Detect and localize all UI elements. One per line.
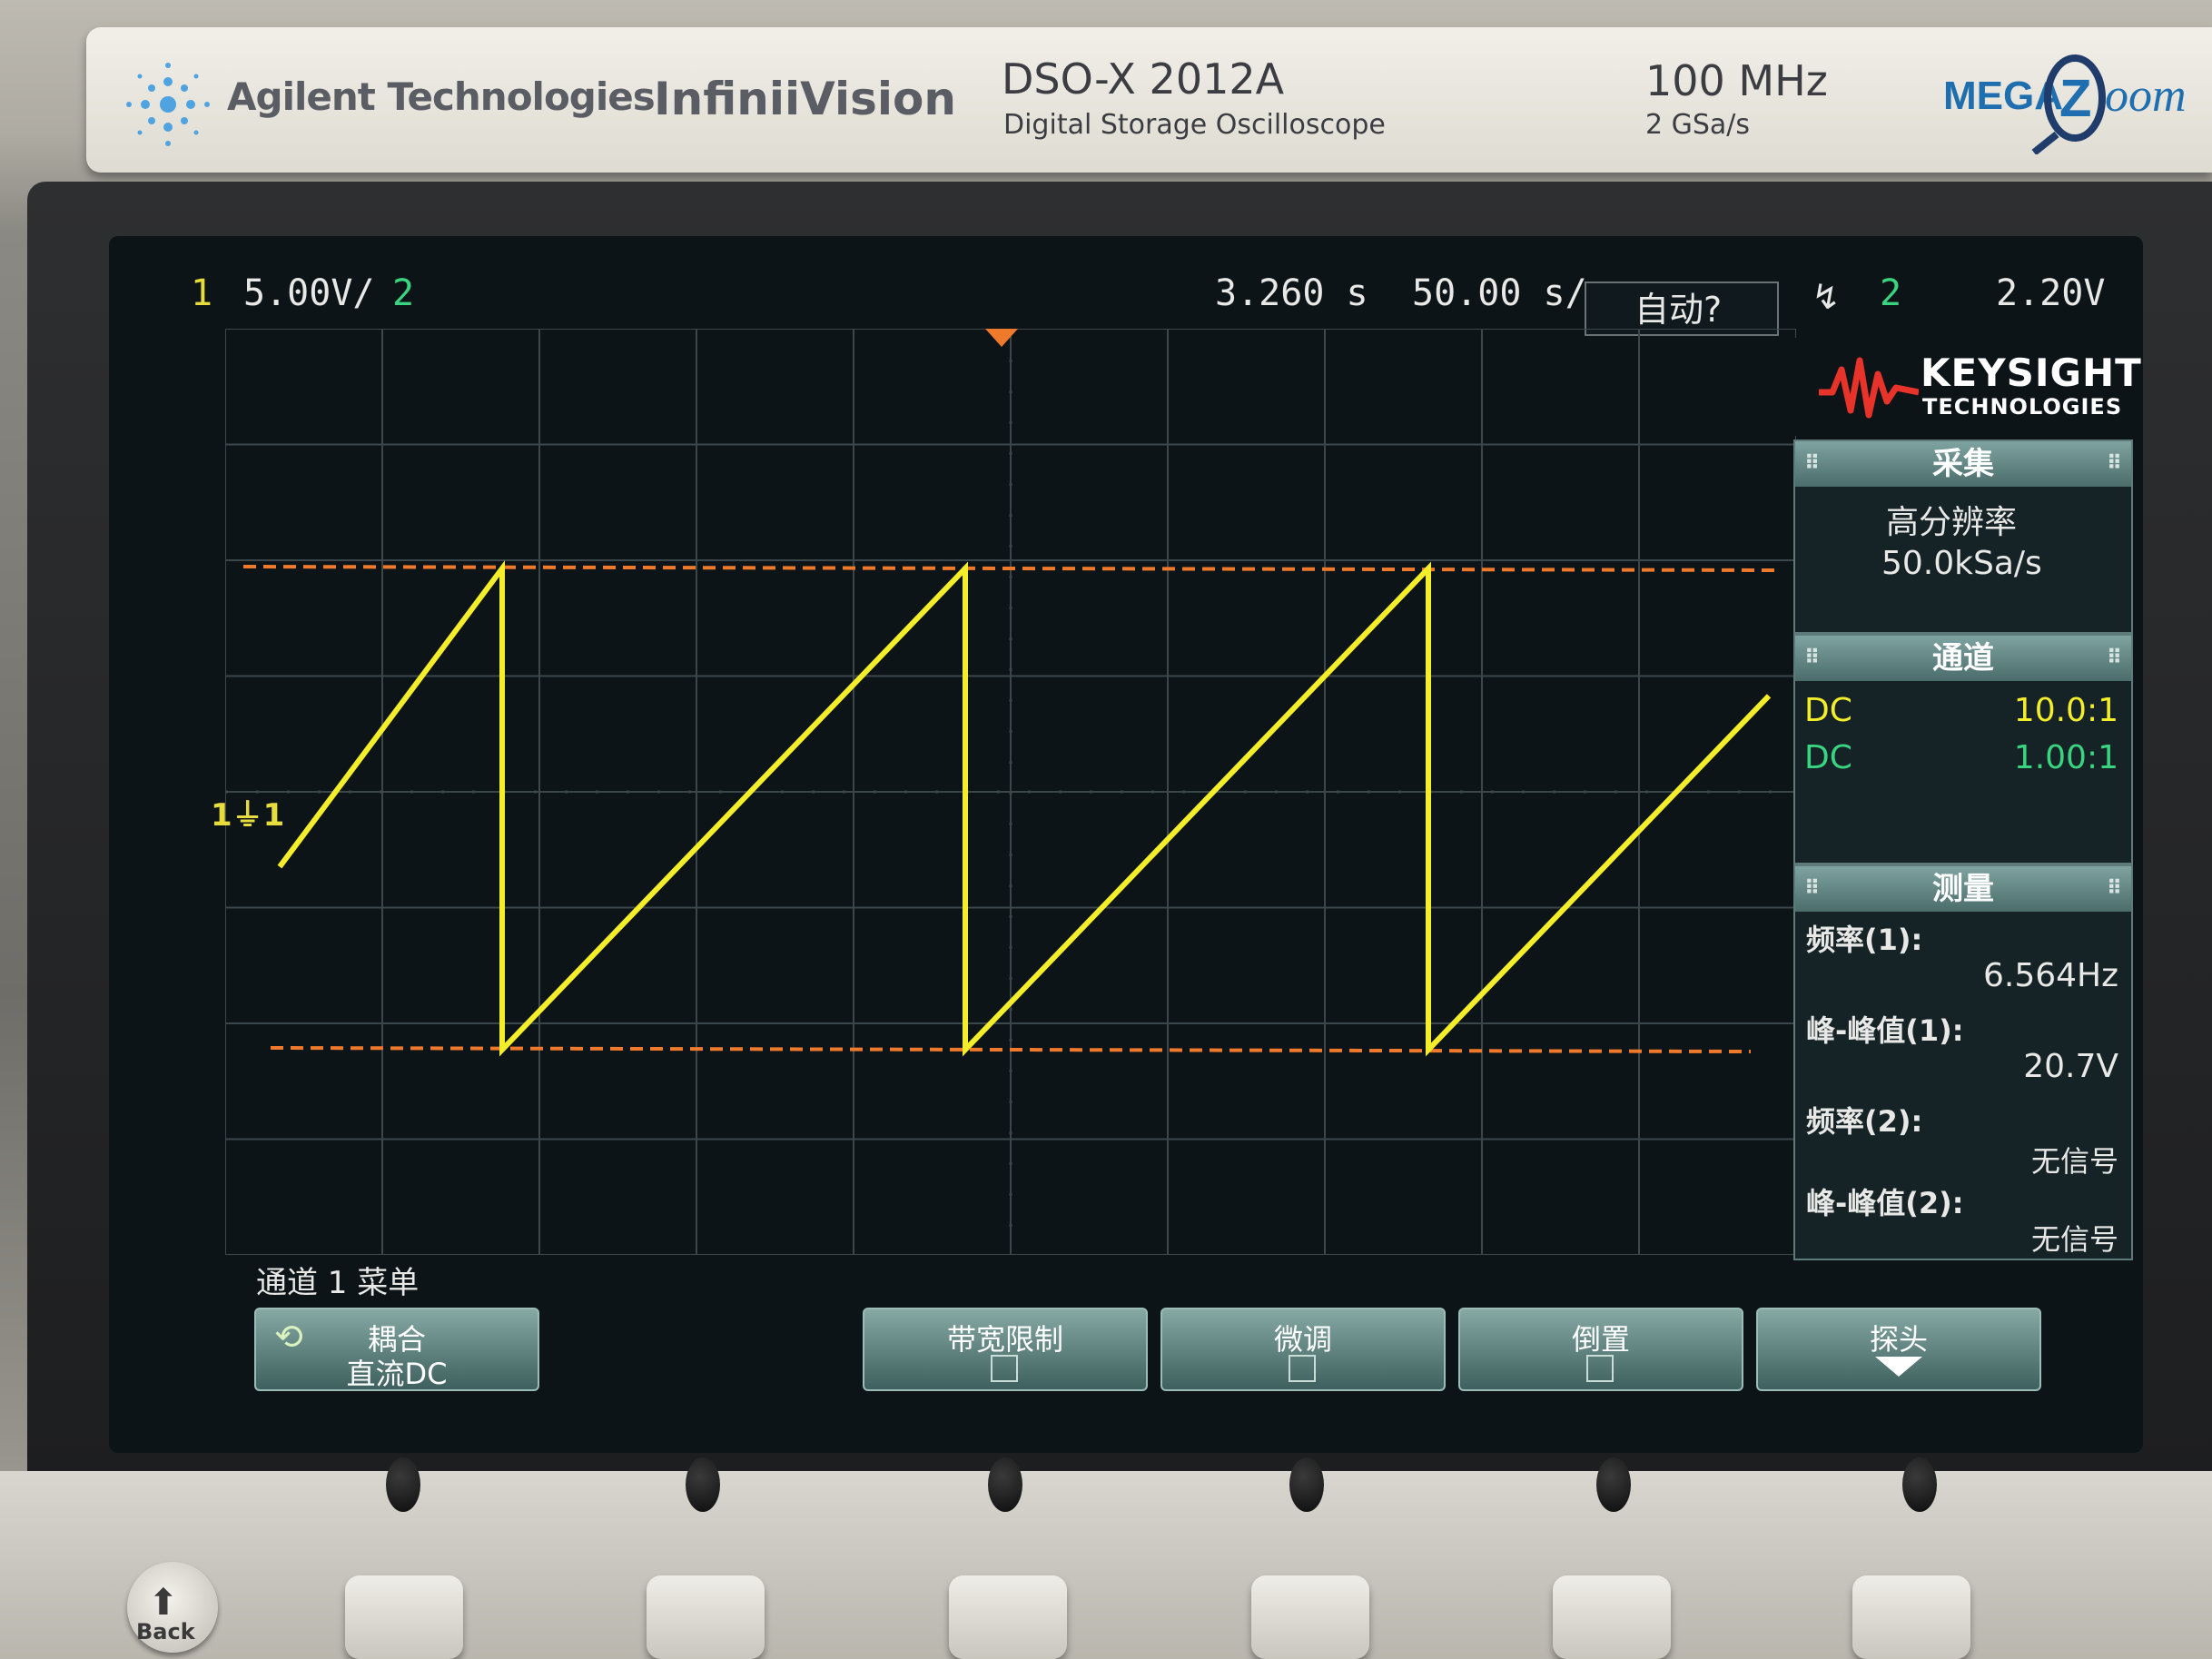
acquire-mode: 高分辨率	[1886, 504, 2018, 541]
grip-icon: ⠿	[2106, 452, 2122, 475]
cursor-lower	[270, 1046, 1752, 1053]
graticule[interactable]	[225, 329, 1796, 1255]
acquire-box[interactable]: ⠿ 采集 ⠿ 高分辨率 50.0kSa/s	[1793, 439, 2133, 634]
grip-icon: ⠿	[2106, 877, 2122, 900]
acquire-title: 采集	[1932, 446, 1994, 482]
softkey-5-button[interactable]	[1553, 1575, 1671, 1659]
measure-value: 6.564Hz	[1982, 957, 2118, 994]
ch1-coupling: DC	[1804, 692, 1852, 729]
softkey-fine[interactable]: 微调	[1160, 1308, 1446, 1391]
keysight-logo: KEYSIGHT TECHNOLOGIES	[1793, 338, 2141, 436]
agilent-spark-icon	[126, 63, 210, 146]
brand-name: Agilent Technologies	[227, 74, 656, 119]
keysight-wave-icon	[1819, 357, 1919, 419]
measure-label: 峰-峰值(2):	[1806, 1186, 1964, 1220]
horizontal-delay: 3.260 s	[1215, 272, 1368, 314]
softkey-3-button[interactable]	[949, 1575, 1067, 1659]
ch1-waveform-trace	[277, 559, 1772, 1057]
ch2-indicator: 2	[392, 272, 415, 314]
timebase-scale: 50.00 s/	[1412, 272, 1587, 314]
softkey-4-button[interactable]	[1251, 1575, 1369, 1659]
trigger-edge-icon: ↯	[1812, 277, 1841, 317]
keysight-name: KEYSIGHT	[1921, 351, 2142, 395]
svg-text:oom: oom	[2105, 70, 2187, 122]
grip-icon: ⠿	[2106, 647, 2122, 669]
softkey-knob[interactable]	[386, 1457, 420, 1512]
megazoom-logo: MEGA Z oom	[1943, 54, 2187, 154]
channel-box[interactable]: ⠿ 通道 ⠿ DC 10.0:1 DC 1.00:1	[1793, 634, 2133, 864]
softkey-bw-limit[interactable]: 带宽限制	[863, 1308, 1148, 1391]
softkey-label: 探头	[1869, 1322, 1928, 1357]
softkey-value: 直流DC	[346, 1357, 448, 1391]
acquire-rate: 50.0kSa/s	[1881, 545, 2042, 582]
softkey-knob[interactable]	[988, 1457, 1022, 1512]
model-name: DSO-X 2012A	[1002, 54, 1285, 104]
measure-label: 频率(1):	[1806, 923, 1923, 957]
softkey-label: 倒置	[1571, 1322, 1630, 1357]
softkey-label: 微调	[1273, 1322, 1332, 1357]
acquire-header: ⠿ 采集 ⠿	[1795, 441, 2131, 487]
measure-label: 峰-峰值(1):	[1806, 1013, 1964, 1048]
keysight-subtitle: TECHNOLOGIES	[1922, 394, 2123, 420]
softkey-knob[interactable]	[1902, 1457, 1937, 1512]
measure-value: 20.7V	[2023, 1048, 2118, 1085]
grip-icon: ⠿	[1804, 452, 1821, 475]
ch1-probe-ratio: 10.0:1	[2013, 692, 2118, 729]
softkey-6-button[interactable]	[1852, 1575, 1970, 1659]
trigger-position-marker	[985, 329, 1018, 347]
sample-rate-spec: 2 GSa/s	[1645, 109, 1751, 141]
softkey-invert[interactable]: 倒置	[1458, 1308, 1743, 1391]
grip-icon: ⠿	[1804, 877, 1821, 900]
model-description: Digital Storage Oscilloscope	[1003, 109, 1386, 141]
softkey-knob[interactable]	[1596, 1457, 1631, 1512]
grip-icon: ⠿	[1804, 647, 1821, 669]
back-arrow-icon: ⬆	[148, 1582, 179, 1624]
softkey-1-button[interactable]	[345, 1575, 463, 1659]
measure-header: ⠿ 测量 ⠿	[1795, 866, 2131, 912]
ch2-coupling: DC	[1804, 739, 1852, 776]
cursor-upper	[242, 565, 1779, 572]
softkey-label: 带宽限制	[946, 1322, 1063, 1357]
measure-value: 无信号	[2030, 1144, 2118, 1179]
checkbox-icon	[1289, 1355, 1316, 1382]
softkey-knob[interactable]	[686, 1457, 720, 1512]
waveform-display	[225, 329, 1796, 1255]
softkey-knob[interactable]	[1289, 1457, 1324, 1512]
measure-title: 测量	[1932, 871, 1994, 907]
checkbox-icon	[991, 1355, 1018, 1382]
menu-title: 通道 1 菜单	[256, 1265, 420, 1301]
svg-text:Z: Z	[2059, 69, 2091, 128]
measure-box[interactable]: ⠿ 测量 ⠿ 频率(1): 6.564Hz 峰-峰值(1): 20.7V 频率(…	[1793, 864, 2133, 1260]
measure-value: 无信号	[2030, 1222, 2118, 1257]
softkey-2-button[interactable]	[647, 1575, 765, 1659]
side-panel: KEYSIGHT TECHNOLOGIES ⠿ 采集 ⠿ 高分辨率 50.0kS…	[1793, 338, 2141, 1264]
ch1-indicator: 1	[191, 272, 213, 314]
checkbox-icon	[1586, 1355, 1614, 1382]
ch2-probe-ratio: 1.00:1	[2013, 739, 2118, 776]
channel-title: 通道	[1932, 640, 1994, 676]
bandwidth-spec: 100 MHz	[1645, 56, 1828, 105]
submenu-arrow-icon	[1875, 1357, 1922, 1377]
ch1-vertical-scale: 5.00V/	[243, 272, 375, 314]
back-label: Back	[136, 1619, 195, 1644]
trigger-level: 2.20V	[1996, 272, 2106, 314]
grid-lines	[225, 329, 1796, 1255]
channel-header: ⠿ 通道 ⠿	[1795, 636, 2131, 681]
trigger-source: 2	[1880, 272, 1902, 314]
softkey-probe[interactable]: 探头	[1756, 1308, 2041, 1391]
measure-label: 频率(2):	[1806, 1104, 1923, 1139]
trigger-mode: 自动?	[1634, 290, 1723, 330]
softkey-coupling[interactable]: ⟲ 耦合 直流DC	[254, 1308, 539, 1391]
series-name: InfiniiVision	[654, 73, 956, 125]
ch1-ground-marker[interactable]: 1⏚1	[211, 790, 284, 834]
